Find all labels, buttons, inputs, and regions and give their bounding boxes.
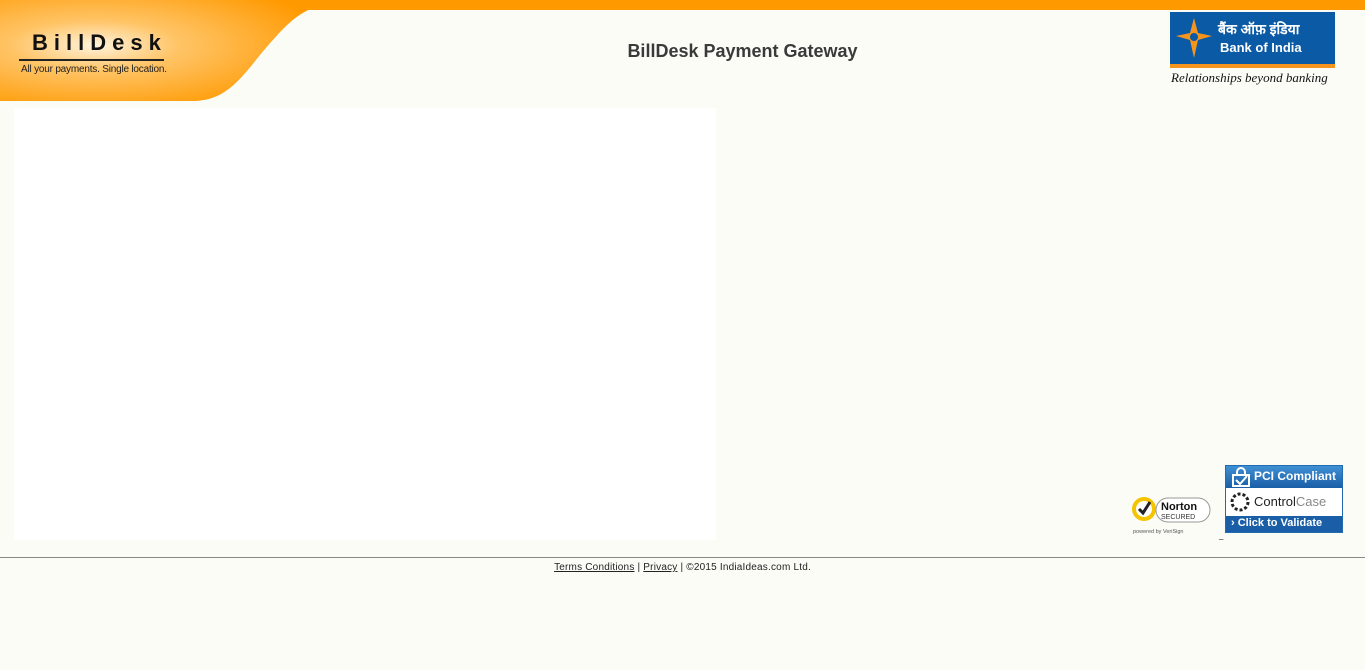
bank-name: Bank of India <box>1220 40 1302 55</box>
footer-divider <box>0 557 1365 558</box>
footer: Terms Conditions | Privacy | ©2015 India… <box>0 562 1365 573</box>
badge-link-underscore: _ <box>1219 531 1224 540</box>
controlcase-brand-b: Case <box>1295 494 1327 509</box>
pci-compliant-badge[interactable]: PCI Compliant ControlCase › Click to Val… <box>1225 465 1343 533</box>
star-icon <box>1176 18 1212 58</box>
footer-separator: | <box>637 562 641 573</box>
click-to-validate-text: Click to Validate <box>1237 517 1323 529</box>
lock-check-icon <box>1232 467 1250 487</box>
bank-logo-bar <box>1170 64 1335 68</box>
terms-conditions-link[interactable]: Terms Conditions <box>554 562 634 573</box>
main-content-panel <box>14 108 716 540</box>
controlcase-logo-icon <box>1230 492 1250 512</box>
norton-secured-badge[interactable]: Norton SECURED powered by VeriSign <box>1130 492 1212 536</box>
click-to-validate-button[interactable]: › Click to Validate <box>1226 516 1342 532</box>
controlcase-brand-a: Control <box>1254 494 1296 509</box>
controlcase-brand: ControlCase <box>1226 488 1342 516</box>
pci-badge-header: PCI Compliant <box>1226 466 1342 488</box>
click-to-validate-label: › Click to Validate <box>1231 517 1323 529</box>
logo-tagline: All your payments. Single location. <box>21 64 167 75</box>
bank-hindi-name: बैंक ऑफ़ इंडिया <box>1218 21 1300 37</box>
bank-tagline: Relationships beyond banking <box>1171 70 1328 85</box>
pci-compliant-label: PCI Compliant <box>1254 469 1337 483</box>
copyright-text: ©2015 IndiaIdeas.com Ltd. <box>686 562 811 573</box>
bank-of-india-logo[interactable]: बैंक ऑफ़ इंडिया Bank of India <box>1170 12 1335 68</box>
norton-title: Norton <box>1161 501 1197 513</box>
privacy-link[interactable]: Privacy <box>643 562 677 573</box>
norton-subtitle: SECURED <box>1161 514 1195 521</box>
norton-powered-by: powered by VeriSign <box>1133 529 1183 535</box>
page-title: BillDesk Payment Gateway <box>627 41 858 61</box>
footer-separator-2: | <box>680 562 684 573</box>
